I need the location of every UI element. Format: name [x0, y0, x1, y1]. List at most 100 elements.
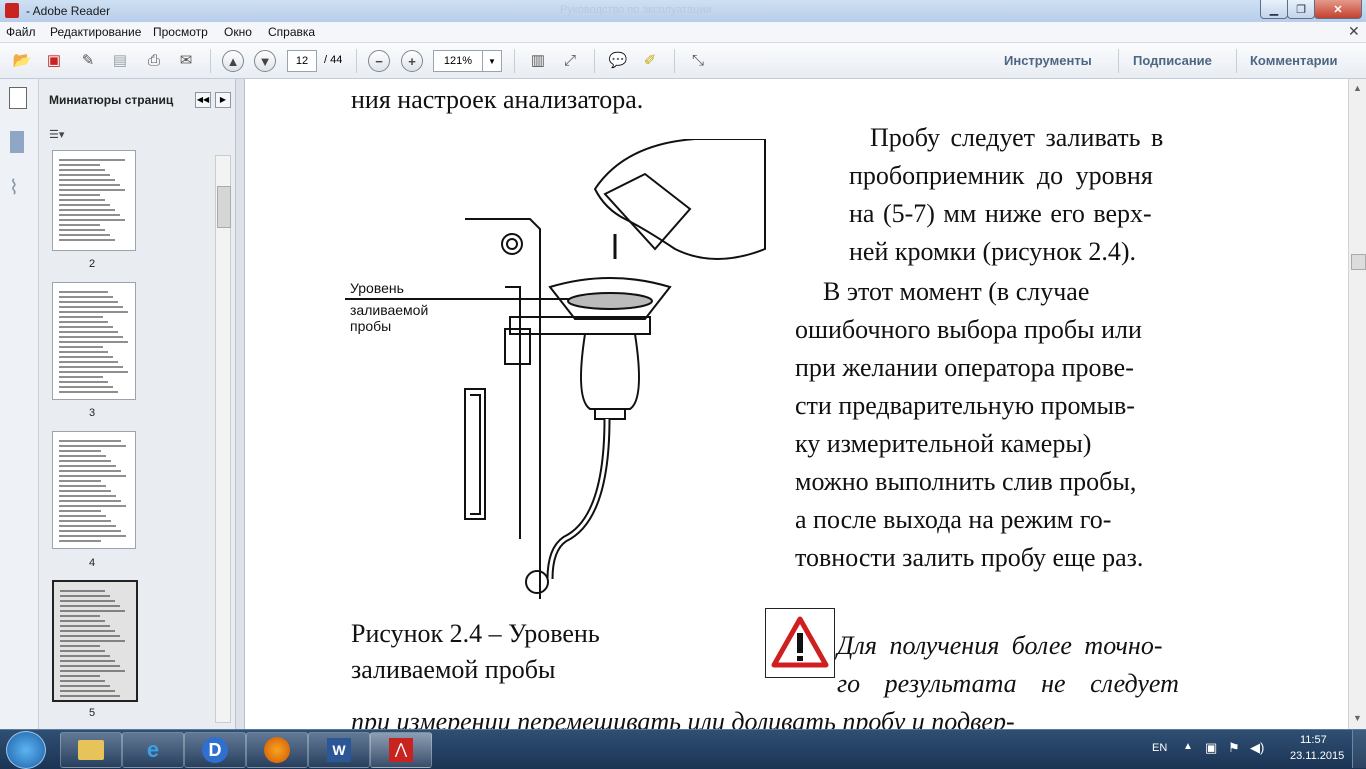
thumbnail-text-line — [59, 336, 123, 338]
adobe-reader-taskbar-button[interactable]: ⋀ — [370, 732, 432, 768]
expand-panel-button[interactable]: ▶ — [215, 92, 231, 108]
clock-time[interactable]: 11:57 — [1300, 734, 1327, 746]
figure-caption-line: заливаемой пробы — [351, 655, 556, 684]
word-icon: W — [327, 738, 351, 762]
edit-icon[interactable]: ✎ — [76, 49, 100, 71]
thumbnail-text-line — [59, 381, 108, 383]
volume-icon[interactable]: ◀) — [1250, 740, 1264, 756]
print-icon[interactable]: ⎙ — [142, 49, 166, 71]
close-document-icon[interactable]: ✕ — [1348, 23, 1360, 40]
previous-page-button[interactable]: ▲ — [222, 50, 244, 72]
thumbnail-text-line — [59, 500, 121, 502]
options-menu-button[interactable]: ☰▾ — [49, 128, 75, 144]
thumbnail-text-line — [60, 670, 125, 672]
fit-page-icon[interactable]: ▥ — [526, 49, 550, 71]
firefox-icon — [264, 737, 290, 763]
thumbnail-text-line — [60, 610, 125, 612]
explorer-taskbar-button[interactable] — [60, 732, 122, 768]
thumbnail-text-line — [59, 209, 115, 211]
menu-window[interactable]: Окно — [224, 25, 252, 39]
thumbnail-text-line — [60, 590, 105, 592]
thumbnail-text-line — [59, 214, 120, 216]
thumbnail-text-line — [60, 650, 105, 652]
language-indicator[interactable]: EN — [1152, 742, 1167, 754]
menu-file[interactable]: Файл — [6, 25, 36, 39]
zoom-dropdown-chevron-icon[interactable]: ▼ — [482, 50, 502, 72]
thumbnail-text-line — [60, 615, 100, 617]
thumbnail-text-line — [59, 356, 113, 358]
tab-tools[interactable]: Инструменты — [1004, 53, 1092, 68]
tab-sign[interactable]: Подписание — [1133, 53, 1212, 68]
thumbnail-page-5[interactable] — [52, 580, 138, 702]
tab-comments[interactable]: Комментарии — [1250, 53, 1338, 68]
thumbnail-text-line — [59, 490, 111, 492]
scrollbar-thumb[interactable] — [217, 186, 231, 228]
collapse-panel-button[interactable]: ◀◀ — [195, 92, 211, 108]
thumbnail-text-line — [59, 480, 101, 482]
maximize-button[interactable]: ❐ — [1287, 0, 1315, 19]
thumbnail-page-4[interactable] — [52, 431, 136, 549]
comment-icon[interactable]: 💬 — [606, 49, 630, 71]
scroll-up-arrow-icon[interactable]: ▲ — [1353, 83, 1362, 93]
fit-width-icon[interactable]: ⤢ — [558, 49, 582, 71]
ie-taskbar-button[interactable]: e — [122, 732, 184, 768]
toolbar-separator — [594, 49, 595, 73]
thumbnail-text-line — [59, 321, 108, 323]
thumbnail-page-3[interactable] — [52, 282, 136, 400]
page-thumbnails-icon[interactable] — [9, 87, 27, 109]
thumbnail-text-line — [60, 675, 100, 677]
thumbnail-page-2[interactable] — [52, 150, 136, 251]
menu-edit[interactable]: Редактирование — [50, 25, 141, 39]
scrollbar-thumb[interactable] — [1351, 254, 1366, 270]
scroll-down-arrow-icon[interactable]: ▼ — [1353, 713, 1362, 723]
app-taskbar-button[interactable]: D — [184, 732, 246, 768]
figure-caption-line: Рисунок 2.4 – Уровень — [351, 619, 600, 648]
thumbnail-text-line — [59, 485, 106, 487]
create-pdf-icon[interactable]: ▣ — [42, 49, 66, 71]
thumbnail-text-line — [59, 239, 115, 241]
thumbnail-text-line — [59, 525, 116, 527]
clock-date[interactable]: 23.11.2015 — [1290, 750, 1344, 762]
menu-view[interactable]: Просмотр — [153, 25, 208, 39]
minimize-button[interactable]: ▁ — [1260, 0, 1288, 19]
thumbnail-text-line — [59, 316, 103, 318]
text-line: Пробу следует заливать в — [870, 123, 1164, 152]
thumbnail-text-line — [59, 386, 113, 388]
thumbnail-text-line — [59, 331, 118, 333]
thumbnail-text-line — [59, 311, 128, 313]
d-app-icon: D — [202, 737, 228, 763]
start-button[interactable] — [6, 731, 46, 769]
action-center-flag-icon[interactable]: ⚑ — [1228, 740, 1240, 756]
expand-icon[interactable]: ⤡ — [686, 49, 710, 71]
bookmarks-icon[interactable] — [10, 131, 24, 153]
document-view: ния настроек анализатора. Пробу следует … — [245, 79, 1348, 729]
thumbnail-text-line — [60, 695, 120, 697]
thumbnail-text-line — [59, 391, 118, 393]
word-taskbar-button[interactable]: W — [308, 732, 370, 768]
thumbnail-text-line — [59, 224, 100, 226]
zoom-in-button[interactable]: + — [401, 50, 423, 72]
firefox-taskbar-button[interactable] — [246, 732, 308, 768]
thumbnail-text-line — [59, 341, 128, 343]
page-number-input[interactable]: 12 — [287, 50, 317, 72]
highlight-icon[interactable]: ✐ — [638, 49, 662, 71]
attachments-icon[interactable]: ⌇ — [9, 175, 19, 200]
network-icon[interactable]: ▣ — [1205, 740, 1217, 756]
thumbnail-text-line — [60, 640, 125, 642]
show-desktop-button[interactable] — [1352, 730, 1366, 768]
document-scrollbar[interactable]: ▲ ▼ — [1348, 79, 1366, 729]
close-button[interactable]: ✕ — [1314, 0, 1362, 19]
thumbnail-scrollbar[interactable] — [215, 155, 231, 723]
show-hidden-icons-icon[interactable]: ▲ — [1183, 741, 1193, 752]
panel-splitter[interactable] — [236, 79, 245, 729]
next-page-button[interactable]: ▼ — [254, 50, 276, 72]
save-icon[interactable]: ▤ — [108, 49, 132, 71]
figure-label-filled: заливаемой — [350, 302, 428, 318]
window-title: - Adobe Reader — [26, 4, 111, 18]
email-icon[interactable]: ✉ — [174, 49, 198, 71]
thumbnail-text-line — [59, 229, 105, 231]
open-icon[interactable]: 📂 — [10, 49, 34, 71]
zoom-out-button[interactable]: − — [368, 50, 390, 72]
zoom-select[interactable]: 121% — [433, 50, 483, 72]
menu-help[interactable]: Справка — [268, 25, 315, 39]
